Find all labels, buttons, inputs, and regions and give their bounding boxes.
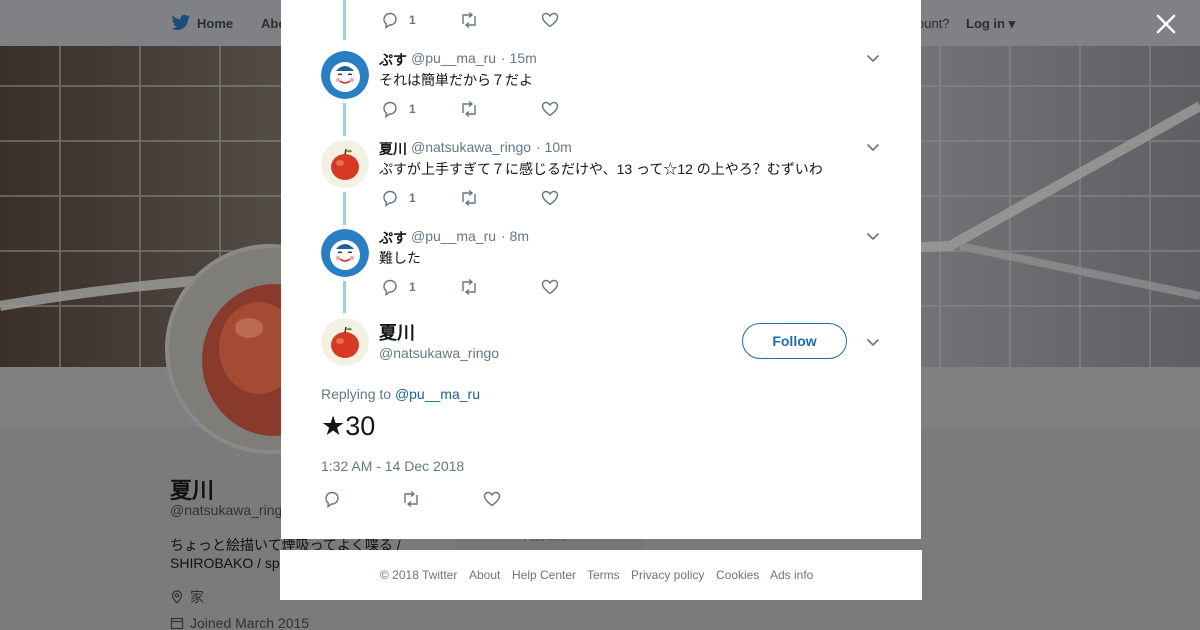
footer-link-about[interactable]: About [469, 568, 500, 582]
footer-copyright: © 2018 Twitter [380, 568, 458, 582]
tweet-text: それは簡単だから７だよ [379, 72, 533, 88]
reply-icon[interactable] [381, 11, 399, 29]
tweet-author-handle[interactable]: @pu__ma_ru [411, 50, 496, 66]
login-link[interactable]: Log in ▾ [966, 16, 1015, 32]
chevron-down-icon[interactable] [866, 231, 880, 241]
main-tweet-text: ★30 [321, 411, 376, 441]
retweet-icon[interactable] [401, 490, 421, 508]
location-text: 家 [190, 589, 204, 605]
tweet-time[interactable]: · 8m [501, 228, 529, 244]
tweet-author-name[interactable]: 夏川 [379, 139, 407, 159]
tweet-author-handle[interactable]: @natsukawa_ringo [411, 139, 531, 155]
reply-icon[interactable] [381, 278, 399, 296]
calendar-icon [170, 617, 184, 630]
reply-count: 1 [409, 102, 416, 116]
footer-link-ads-info[interactable]: Ads info [770, 568, 813, 582]
thread-connector [343, 192, 346, 225]
retweet-icon[interactable] [459, 278, 479, 296]
tweet-time[interactable]: · 10m [536, 139, 572, 155]
like-icon[interactable] [541, 12, 559, 28]
profile-name: 夏川 [170, 478, 215, 503]
profile-joined: Joined March 2015 [170, 615, 309, 630]
main-tweet-avatar[interactable] [321, 318, 369, 366]
retweet-icon[interactable] [459, 100, 479, 118]
like-icon[interactable] [541, 101, 559, 117]
footer-link-terms[interactable]: Terms [587, 568, 620, 582]
reply-icon[interactable] [323, 490, 341, 508]
like-icon[interactable] [541, 279, 559, 295]
reply-count: 1 [409, 191, 416, 205]
thread-connector [343, 103, 346, 136]
footer-link-cookies[interactable]: Cookies [716, 568, 759, 582]
reply-count: 1 [409, 280, 416, 294]
tweet-time[interactable]: · 15m [501, 50, 537, 66]
profile-bio-line-2: SHIROBAKO / sp [170, 555, 280, 571]
profile-location: 家 [170, 587, 204, 607]
reply-icon[interactable] [381, 100, 399, 118]
joined-text: Joined March 2015 [190, 615, 310, 630]
reply-count: 1 [409, 13, 416, 27]
like-icon[interactable] [483, 491, 501, 507]
tweet-text: 難した [379, 250, 421, 266]
replying-prefix: Replying to [321, 386, 392, 402]
location-pin-icon [171, 590, 183, 604]
retweet-icon[interactable] [459, 11, 479, 29]
twitter-bird-icon[interactable] [171, 14, 191, 32]
main-tweet-author-name[interactable]: 夏川 [379, 319, 415, 345]
replying-to: Replying to @pu__ma_ru [321, 386, 480, 402]
chevron-down-icon[interactable] [866, 142, 880, 152]
tweet-author-name[interactable]: ぷす [379, 228, 407, 248]
footer-link-help-center[interactable]: Help Center [512, 568, 576, 582]
avatar[interactable] [321, 229, 369, 277]
main-tweet-timestamp[interactable]: 1:32 AM - 14 Dec 2018 [321, 458, 464, 474]
retweet-icon[interactable] [459, 189, 479, 207]
chevron-down-icon[interactable] [866, 53, 880, 63]
login-label: Log in [966, 16, 1005, 31]
thread-connector [343, 0, 346, 40]
footer-link-privacy-policy[interactable]: Privacy policy [631, 568, 704, 582]
nav-home-link[interactable]: Home [197, 16, 233, 31]
replying-to-link[interactable]: @pu__ma_ru [395, 386, 480, 402]
tweet-author-name[interactable]: ぷす [379, 50, 407, 70]
tweet-author-handle[interactable]: @pu__ma_ru [411, 228, 496, 244]
thread-connector [343, 281, 346, 313]
avatar[interactable] [321, 140, 369, 188]
avatar[interactable] [321, 51, 369, 99]
close-icon[interactable] [1152, 10, 1180, 38]
follow-button[interactable]: Follow [742, 323, 847, 359]
chevron-down-icon[interactable] [866, 337, 880, 347]
main-tweet-author-handle[interactable]: @natsukawa_ringo [379, 345, 499, 361]
like-icon[interactable] [541, 190, 559, 206]
reply-icon[interactable] [381, 189, 399, 207]
tweet-text: ぷすが上手すぎて７に感じるだけや、13 って☆12 の上やろ？むずいわ [379, 161, 823, 177]
modal-footer: © 2018 Twitter About Help Center Terms P… [280, 550, 922, 600]
profile-handle: @natsukawa_ringo [170, 502, 291, 518]
